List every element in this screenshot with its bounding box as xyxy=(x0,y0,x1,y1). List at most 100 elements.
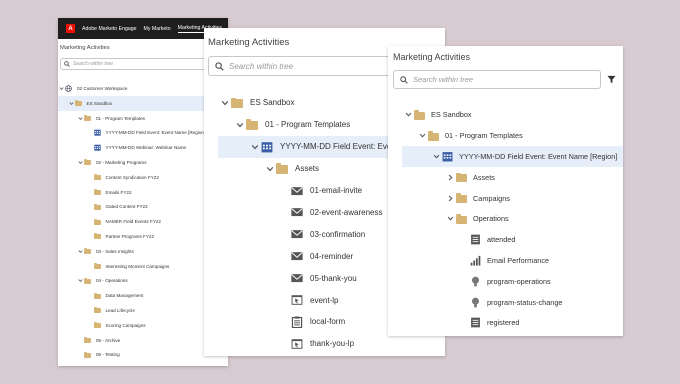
tree-item-label: ES Sandbox xyxy=(250,98,295,108)
search-input[interactable]: Search within tree xyxy=(60,58,226,70)
search-placeholder: Search within tree xyxy=(73,61,114,67)
chevron-down-icon[interactable] xyxy=(444,209,456,230)
folder-icon xyxy=(93,262,106,270)
search-placeholder: Search within tree xyxy=(229,61,294,71)
tree-item[interactable]: 06 - Testing xyxy=(58,348,228,363)
report-icon xyxy=(470,255,487,266)
chevron-down-icon[interactable] xyxy=(77,244,84,259)
chevron-down-icon[interactable] xyxy=(77,111,84,126)
tree-item[interactable]: Gated Content FY22 xyxy=(58,200,228,215)
search-input[interactable]: Search within tree xyxy=(393,70,601,89)
tree-item[interactable]: Data Management xyxy=(58,288,228,303)
search-icon xyxy=(64,61,70,67)
tree-item-label: 01 - Program Templates xyxy=(445,131,523,141)
tree-item[interactable]: Scoring Campaigns xyxy=(58,318,228,333)
chevron-right-icon[interactable] xyxy=(444,188,456,209)
tree-item[interactable]: 01 - Program Templates xyxy=(402,125,623,146)
tree-item[interactable]: Assets xyxy=(402,167,623,188)
globe-icon xyxy=(65,85,77,92)
tree-item[interactable]: Operations xyxy=(402,209,623,230)
folder-icon xyxy=(93,307,106,314)
chevron-down-icon[interactable] xyxy=(233,114,246,136)
tree-item-label: thank-you-lp xyxy=(310,339,355,349)
tree-item[interactable]: 05 - Archive xyxy=(58,333,228,348)
tree-item[interactable]: ES Sandbox xyxy=(58,95,228,111)
smart-list-icon xyxy=(470,317,487,328)
adobe-logo-icon: A xyxy=(66,24,75,33)
tree-item[interactable]: program-operations xyxy=(402,271,623,292)
tree-item[interactable]: Interesting Moment Campaigns xyxy=(58,259,228,274)
filter-icon[interactable] xyxy=(607,75,616,84)
tree-item-label: Campaigns xyxy=(473,193,510,203)
chevron-down-icon[interactable] xyxy=(77,155,84,170)
tree-item[interactable]: Campaigns xyxy=(402,188,623,209)
tree-item[interactable]: Email Performance xyxy=(402,250,623,271)
tree-item-label: YYYY-MM-DD Field Event: Event Name [Regi… xyxy=(459,152,618,162)
tree-item-label: event-lp xyxy=(310,295,339,305)
tree-item[interactable]: 02 - Marketing Programs xyxy=(58,155,228,170)
tree-item[interactable]: thank-you-lp xyxy=(218,333,445,355)
tree-item-label: 01 - Program Templates xyxy=(265,120,351,130)
chevron-down-icon[interactable] xyxy=(248,136,261,158)
tree-item[interactable]: Lead Lifecycle xyxy=(58,303,228,318)
tree-item[interactable]: YYYY-MM-DD Webinar: Webinar Name xyxy=(58,140,228,155)
tree-item[interactable]: YYYY-MM-DD Field Event: Event Name [Regi… xyxy=(402,146,623,167)
tree-item[interactable]: NAMER Field Events FY22 xyxy=(58,214,228,229)
tree-item[interactable]: 02 Customer Workspace xyxy=(58,81,228,96)
chevron-down-icon[interactable] xyxy=(416,125,428,146)
folder-icon xyxy=(246,119,265,131)
chevron-down-icon[interactable] xyxy=(263,158,276,180)
folder-icon xyxy=(84,248,96,255)
chevron-down-icon[interactable] xyxy=(430,146,442,167)
tree-item-label: program-status-change xyxy=(487,297,563,307)
tree-item[interactable]: Partner Programs FY22 xyxy=(58,229,228,244)
chevron-down-icon[interactable] xyxy=(218,92,231,114)
tree-item-label: local-form xyxy=(310,317,346,327)
chevron-right-icon[interactable] xyxy=(444,167,456,188)
chevron-down-icon[interactable] xyxy=(77,274,84,289)
chevron-down-icon[interactable] xyxy=(68,96,75,111)
folder-icon xyxy=(84,277,96,284)
nav-item-adobe-marketo-engage[interactable]: Adobe Marketo Engage xyxy=(82,26,137,32)
tree-item[interactable]: ES Sandbox xyxy=(402,105,623,126)
tree-item-label: program-operations xyxy=(487,276,551,286)
tree-item[interactable]: registered xyxy=(402,313,623,334)
folder-icon xyxy=(93,292,106,299)
tree-item-label: attended xyxy=(487,235,516,245)
folder-icon xyxy=(456,172,473,183)
tree-item-label: 01-email-invite xyxy=(310,186,363,196)
tree-item-label: Content Syndication FY22 xyxy=(105,174,159,180)
email-icon xyxy=(291,250,310,262)
tree-item-label: Email Performance xyxy=(487,256,550,266)
tree-item[interactable]: YYYY-MM-DD Field Event: Event Name [Regi… xyxy=(58,126,228,141)
tree-item[interactable]: program-status-change xyxy=(402,292,623,313)
folder-icon xyxy=(84,351,96,358)
tree-item[interactable]: 01 - Program Templates xyxy=(58,111,228,126)
event-program-icon xyxy=(93,129,106,137)
folder-icon xyxy=(456,193,473,204)
tree-item-label: registered xyxy=(487,318,520,328)
search-icon xyxy=(400,75,408,84)
folder-icon xyxy=(276,163,295,175)
chevron-down-icon[interactable] xyxy=(402,105,414,126)
tree-item-label: Gated Content FY22 xyxy=(105,204,148,210)
chevron-down-icon[interactable] xyxy=(58,81,65,96)
nav-item-my-marketo[interactable]: My Marketo xyxy=(144,26,171,32)
tree-item[interactable]: Emails FY22 xyxy=(58,185,228,200)
tree-item[interactable]: Content Syndication FY22 xyxy=(58,170,228,185)
tree-item[interactable]: 03 - Sales Insights xyxy=(58,244,228,259)
smart-campaign-icon xyxy=(470,297,487,308)
tree-item[interactable]: 04 - Operations xyxy=(58,274,228,289)
landing-page-icon xyxy=(291,338,310,350)
tree-item[interactable]: attended xyxy=(402,229,623,250)
